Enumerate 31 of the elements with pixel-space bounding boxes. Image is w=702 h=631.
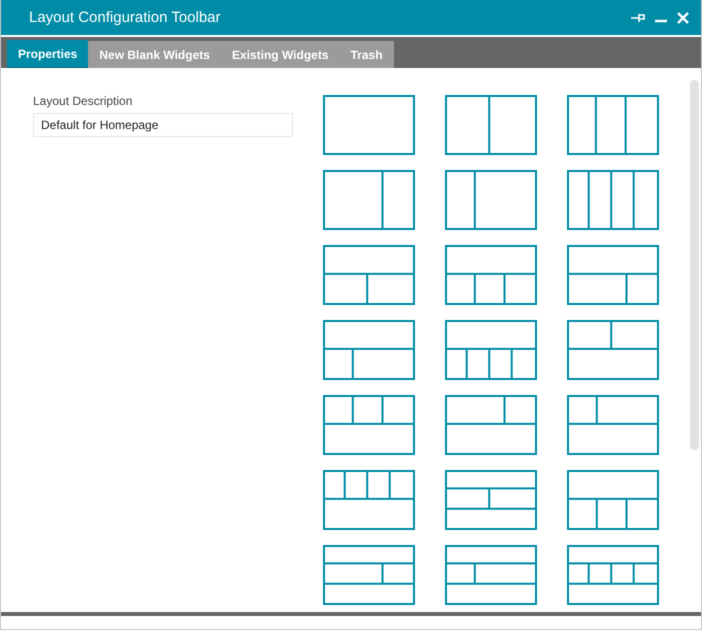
layout-grid-icon[interactable] [323,245,415,305]
layout-grid-icon[interactable] [567,470,659,530]
layout-grid-icon[interactable] [323,470,415,530]
layout-grid-icon[interactable] [445,320,537,380]
tab[interactable]: Existing Widgets [220,41,340,68]
layout-grid-icon[interactable] [567,545,659,605]
window-title: Layout Configuration Toolbar [29,9,221,26]
layout-grid-icon[interactable] [567,395,659,455]
layout-grid-icon[interactable] [567,170,659,230]
input-field[interactable]: Default for Homepage [33,113,293,137]
layout-grid-icon[interactable] [445,170,537,230]
layout-grid-icon[interactable] [567,95,659,155]
tab[interactable]: Properties [7,40,88,68]
layout-grid-icon[interactable] [323,320,415,380]
layout-grid-icon[interactable] [445,245,537,305]
layout-grid-icon[interactable] [567,245,659,305]
layout-grid-icon[interactable] [323,395,415,455]
tab[interactable]: Trash [340,41,394,68]
tab[interactable]: New Blank Widgets [88,41,221,68]
close-icon[interactable] [677,12,689,24]
pin-icon[interactable] [631,12,645,22]
layout-grid-icon[interactable] [567,320,659,380]
layout-grid-icon[interactable] [445,395,537,455]
layout-grid-icon[interactable] [323,545,415,605]
layout-grid-icon[interactable] [445,470,537,530]
field-label: Layout Description [33,94,134,108]
layout-grid-icon[interactable] [445,95,537,155]
layout-grid-icon[interactable] [323,95,415,155]
scrollbar[interactable] [690,80,699,450]
layout-grid-icon[interactable] [445,545,537,605]
layout-grid-icon[interactable] [323,170,415,230]
